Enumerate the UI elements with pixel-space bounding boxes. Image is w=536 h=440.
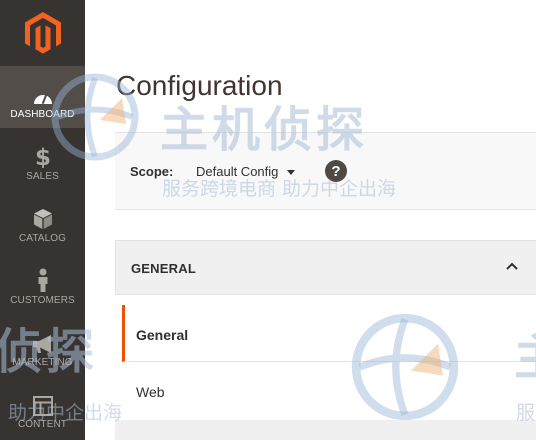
box-icon xyxy=(28,206,58,230)
section-title: GENERAL xyxy=(131,261,196,276)
sidebar-item-label: SALES xyxy=(26,171,59,182)
section-general-header[interactable]: GENERAL xyxy=(115,240,536,295)
svg-text:$: $ xyxy=(36,145,50,168)
layout-icon xyxy=(28,392,58,416)
scope-dropdown[interactable]: Default Config xyxy=(196,164,296,179)
magento-logo-icon xyxy=(24,12,61,54)
sidebar-item-dashboard[interactable]: DASHBOARD xyxy=(0,66,85,128)
megaphone-icon xyxy=(28,330,58,354)
tab-general[interactable]: General xyxy=(122,305,536,362)
sidebar-item-label: CATALOG xyxy=(18,233,66,244)
sidebar-item-customers[interactable]: CUSTOMERS xyxy=(0,252,85,314)
chevron-up-icon xyxy=(506,262,518,270)
next-section-strip xyxy=(115,420,536,440)
help-icon[interactable]: ? xyxy=(325,160,347,182)
sidebar-item-label: CONTENT xyxy=(17,419,68,430)
person-icon xyxy=(28,268,58,292)
page-title: Configuration xyxy=(116,70,283,101)
scope-switcher-bar: Scope: Default Config ? xyxy=(115,132,536,210)
sidebar-item-label: MARKETING xyxy=(12,357,73,368)
speedometer-icon xyxy=(28,82,58,106)
admin-sidebar: DASHBOARD $ SALES CATALOG CUSTOMERS MARK… xyxy=(0,0,85,440)
sidebar-item-label: CUSTOMERS xyxy=(10,295,75,306)
tab-web[interactable]: Web xyxy=(122,362,536,419)
scope-value: Default Config xyxy=(196,164,279,179)
caret-down-icon xyxy=(287,170,296,175)
main-content: Configuration Scope: Default Config ? GE… xyxy=(85,0,536,440)
tab-label: General xyxy=(136,327,189,343)
sidebar-item-marketing[interactable]: MARKETING xyxy=(0,314,85,376)
sidebar-item-sales[interactable]: $ SALES xyxy=(0,128,85,190)
tab-label: Web xyxy=(136,384,165,400)
dollar-icon: $ xyxy=(28,144,58,168)
magento-logo[interactable] xyxy=(0,0,85,66)
admin-app: DASHBOARD $ SALES CATALOG CUSTOMERS MARK… xyxy=(0,0,536,440)
sidebar-item-content[interactable]: CONTENT xyxy=(0,376,85,438)
sidebar-item-label: DASHBOARD xyxy=(10,109,75,120)
sidebar-item-catalog[interactable]: CATALOG xyxy=(0,190,85,252)
scope-label: Scope: xyxy=(130,164,174,179)
